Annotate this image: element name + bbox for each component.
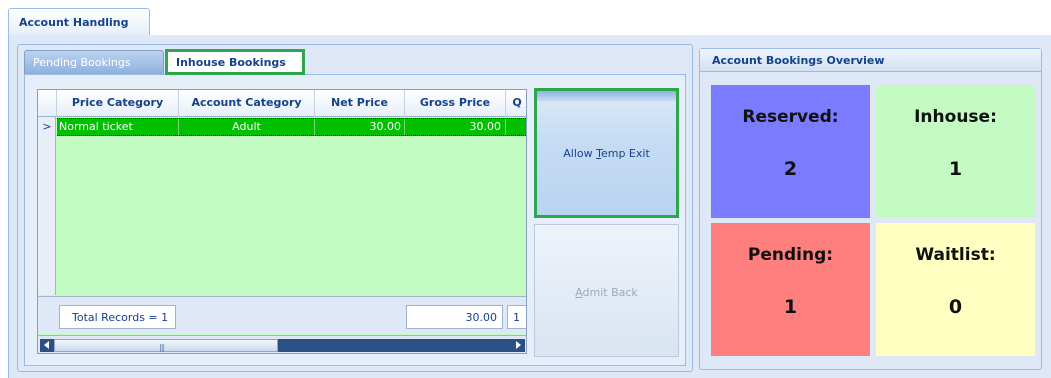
pending-label: Pending: bbox=[747, 245, 834, 265]
column-header-price-category[interactable]: Price Category bbox=[57, 90, 179, 117]
reserved-count: 2 bbox=[783, 158, 798, 180]
inhouse-bookings-grid[interactable]: Price Category Account Category Net Pric… bbox=[37, 89, 527, 354]
overview-title: Account Bookings Overview bbox=[700, 49, 1041, 72]
inhouse-count: 1 bbox=[948, 158, 963, 180]
gross-price-total: 30.00 bbox=[406, 305, 503, 329]
allow-temp-exit-button[interactable]: Allow Temp Exit bbox=[534, 88, 679, 218]
top-tab-strip bbox=[0, 0, 1051, 36]
scrollbar-track[interactable] bbox=[278, 339, 511, 352]
reserved-label: Reserved: bbox=[742, 107, 839, 127]
scrollbar-thumb[interactable]: ||| bbox=[54, 339, 278, 352]
column-header-account-category[interactable]: Account Category bbox=[179, 90, 315, 117]
button-gloss bbox=[537, 91, 676, 101]
cell-account-category: Adult bbox=[179, 119, 315, 135]
total-records-label: Total Records = 1 bbox=[59, 305, 176, 329]
inhouse-tile: Inhouse: 1 bbox=[876, 85, 1035, 218]
admit-back-label: dmit Back bbox=[582, 286, 638, 299]
column-header-net-price[interactable]: Net Price bbox=[315, 90, 405, 117]
column-header-quantity[interactable]: Q bbox=[506, 90, 526, 117]
reserved-tile: Reserved: 2 bbox=[711, 85, 870, 218]
cell-gross-price: 30.00 bbox=[405, 119, 506, 135]
row-indicator[interactable]: > bbox=[38, 118, 56, 136]
waitlist-label: Waitlist: bbox=[915, 245, 996, 265]
quantity-total: 1 bbox=[507, 305, 526, 329]
tab-inhouse-bookings[interactable]: Inhouse Bookings bbox=[165, 49, 305, 75]
allow-temp-exit-label-a: Allow bbox=[563, 147, 597, 160]
scroll-left-icon[interactable] bbox=[40, 339, 54, 352]
tab-pending-bookings[interactable]: Pending Bookings bbox=[24, 50, 164, 74]
inhouse-label: Inhouse: bbox=[914, 107, 997, 127]
scrollbar-grip: ||| bbox=[159, 343, 165, 352]
grid-header: Price Category Account Category Net Pric… bbox=[38, 90, 526, 117]
grid-footer: Total Records = 1 30.00 1 bbox=[38, 296, 526, 334]
table-row[interactable]: Normal ticket Adult 30.00 30.00 bbox=[57, 118, 526, 136]
allow-temp-exit-label-b: emp Exit bbox=[600, 147, 650, 160]
waitlist-tile: Waitlist: 0 bbox=[876, 223, 1035, 356]
cell-price-category: Normal ticket bbox=[59, 119, 179, 135]
waitlist-count: 0 bbox=[948, 296, 963, 318]
tab-account-handling[interactable]: Account Handling bbox=[8, 8, 150, 36]
pending-tile: Pending: 1 bbox=[711, 223, 870, 356]
admit-back-mnemonic: A bbox=[575, 286, 583, 299]
horizontal-scrollbar[interactable]: ||| bbox=[38, 335, 526, 353]
cell-net-price: 30.00 bbox=[315, 119, 405, 135]
pending-count: 1 bbox=[783, 296, 798, 318]
admit-back-button[interactable]: Admit Back bbox=[534, 224, 679, 357]
scroll-right-icon[interactable] bbox=[511, 339, 525, 352]
cell-quantity bbox=[506, 119, 526, 135]
column-header-gross-price[interactable]: Gross Price bbox=[405, 90, 506, 117]
header-corner bbox=[38, 90, 57, 117]
